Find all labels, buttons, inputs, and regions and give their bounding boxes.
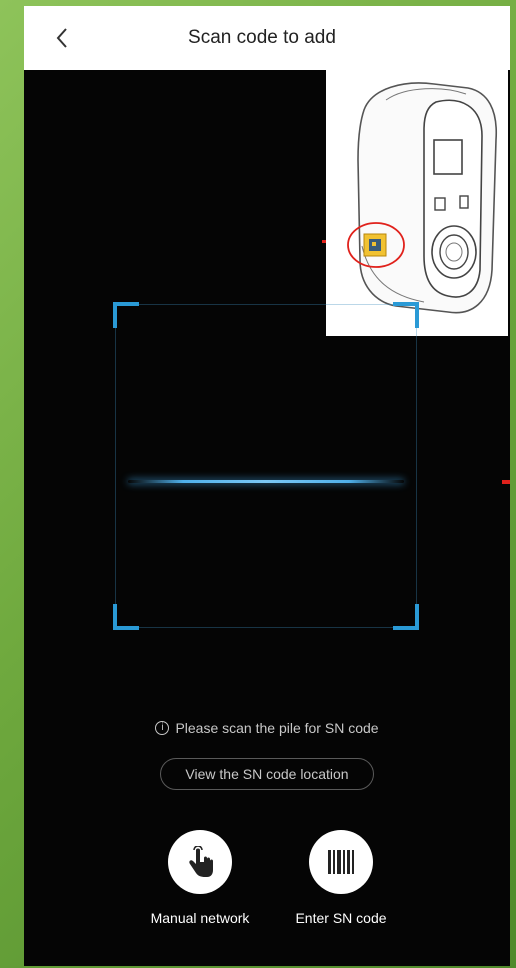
app-header: Scan code to add [24,6,510,70]
charging-pile-image [347,82,498,314]
scan-viewfinder [113,302,419,630]
enter-sn-code-label: Enter SN code [295,910,387,926]
manual-network-icon-circle [168,830,232,894]
back-button[interactable] [48,21,76,55]
edge-marker [502,480,510,484]
manual-network-button[interactable]: Manual network [125,830,275,926]
info-icon: i [155,721,170,735]
viewfinder-corner [393,302,419,328]
scan-hint: i Please scan the pile for SN code [24,720,510,736]
viewfinder-corner [113,604,139,630]
enter-sn-code-button[interactable]: Enter SN code [266,830,416,926]
phone-screen: Scan code to add i Please scan the pile … [24,6,510,966]
manual-network-label: Manual network [150,910,250,926]
viewfinder-corner [113,302,139,328]
page-title: Scan code to add [188,27,336,48]
highlight-marker [322,240,326,243]
enter-sn-code-icon-circle [309,830,373,894]
touch-hand-icon [189,846,213,877]
viewfinder-corner [393,604,419,630]
sn-location-illustration [326,70,508,336]
chevron-left-icon [56,28,67,48]
scan-line [128,480,404,483]
scan-hint-text: Please scan the pile for SN code [175,720,379,736]
view-sn-location-button[interactable]: View the SN code location [160,758,374,790]
barcode-icon [328,850,354,874]
